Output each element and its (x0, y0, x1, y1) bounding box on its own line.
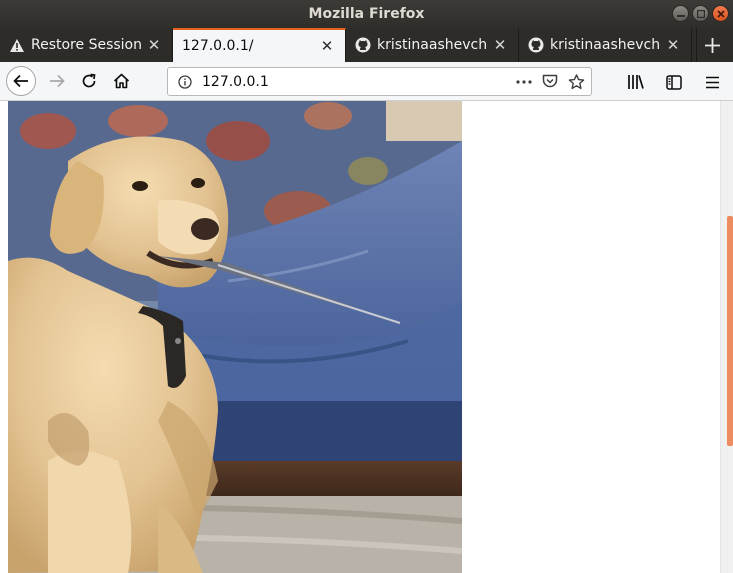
back-button[interactable] (6, 66, 36, 96)
url-bar[interactable]: 127.0.0.1 (167, 67, 592, 96)
reload-icon (82, 73, 96, 88)
page-viewport (0, 101, 733, 573)
tab-label: kristinaashevchenko (377, 37, 488, 53)
star-icon (568, 73, 584, 89)
tab-close-icon[interactable]: ✕ (146, 37, 162, 53)
ellipsis-icon (516, 79, 532, 84)
close-icon (716, 9, 725, 18)
home-button[interactable] (106, 66, 136, 96)
page-actions-button[interactable] (511, 69, 537, 95)
maximize-icon (696, 9, 705, 18)
reload-button[interactable] (74, 66, 104, 96)
arrow-right-icon (50, 74, 65, 88)
dog-photo (8, 101, 462, 573)
forward-button[interactable] (42, 66, 72, 96)
dog-photo-image (8, 101, 462, 573)
minimize-button[interactable] (672, 5, 689, 22)
hamburger-icon (705, 76, 719, 88)
github-icon (355, 37, 371, 53)
tab-close-icon[interactable]: ✕ (492, 37, 508, 53)
sidebar-icon (666, 74, 682, 90)
info-icon (178, 74, 192, 89)
tab-strip: Restore Session ✕ 127.0.0.1/ ✕ kristinaa… (0, 28, 733, 62)
navigation-toolbar: 127.0.0.1 (0, 62, 733, 101)
window-controls (672, 5, 729, 22)
tab-close-icon[interactable]: ✕ (665, 37, 681, 53)
site-info-button[interactable] (172, 69, 198, 95)
url-text[interactable]: 127.0.0.1 (198, 74, 511, 90)
new-tab-button[interactable] (696, 28, 728, 62)
tab-label: 127.0.0.1/ (182, 38, 254, 54)
maximize-button[interactable] (692, 5, 709, 22)
sidebar-button[interactable] (659, 67, 689, 97)
minimize-icon (676, 14, 685, 17)
menu-button[interactable] (697, 67, 727, 97)
library-button[interactable] (621, 67, 651, 97)
scrollbar-thumb[interactable] (727, 216, 733, 446)
tab-label: kristinaashevchenko (550, 37, 661, 53)
tab-close-icon[interactable]: ✕ (319, 38, 335, 54)
tab-restore-session[interactable]: Restore Session ✕ (0, 28, 173, 62)
github-icon (528, 37, 544, 53)
plus-icon (705, 37, 720, 53)
tab-localhost[interactable]: 127.0.0.1/ ✕ (173, 28, 346, 62)
window-titlebar: Mozilla Firefox (0, 0, 733, 28)
home-icon (113, 73, 129, 89)
tab-label: Restore Session (31, 37, 142, 53)
tab-github-1[interactable]: kristinaashevchenko ✕ (346, 28, 519, 62)
toolbar-right (621, 67, 727, 97)
close-window-button[interactable] (712, 5, 729, 22)
pocket-icon (542, 74, 558, 88)
arrow-left-icon (13, 74, 28, 88)
bookmark-star-button[interactable] (563, 69, 589, 95)
library-icon (628, 75, 644, 89)
pocket-button[interactable] (537, 69, 563, 95)
window-title: Mozilla Firefox (308, 6, 425, 22)
tab-github-2[interactable]: kristinaashevchenko ✕ (519, 28, 692, 62)
warning-icon (9, 37, 25, 53)
